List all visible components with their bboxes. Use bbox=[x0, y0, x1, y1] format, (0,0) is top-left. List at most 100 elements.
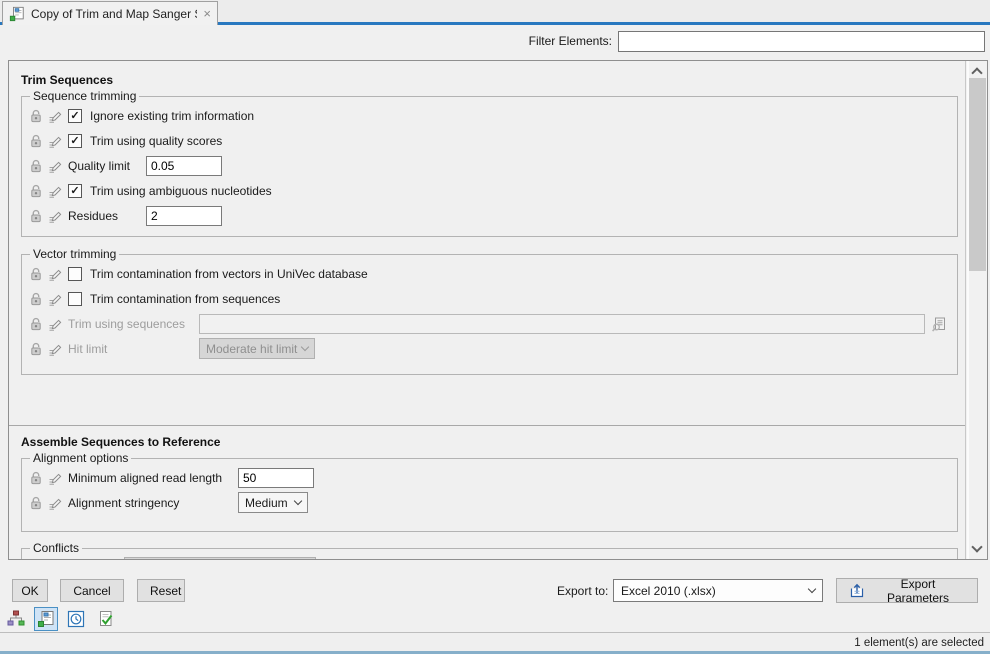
lock-open-icon[interactable] bbox=[30, 292, 42, 306]
param-row: ✓ Trim using quality scores bbox=[22, 128, 957, 153]
lock-open-icon[interactable] bbox=[30, 267, 42, 281]
footer: OK Cancel Reset Export to: Excel 2010 (.… bbox=[0, 561, 990, 632]
group-alignment-options: Alignment options Minimum aligned read l… bbox=[21, 451, 958, 532]
hit-limit-dropdown: Moderate hit limit bbox=[199, 338, 315, 359]
param-label: Hit limit bbox=[68, 342, 199, 356]
workflow-editor-view-icon[interactable] bbox=[34, 607, 58, 631]
selection-status-text: 1 element(s) are selected bbox=[854, 637, 984, 649]
history-clock-icon[interactable] bbox=[64, 607, 88, 631]
param-row: ✓ Trim using ambiguous nucleotides bbox=[22, 178, 957, 203]
checkbox[interactable]: ✓ bbox=[68, 184, 82, 198]
lock-open-icon[interactable] bbox=[30, 317, 42, 331]
workflow-hierarchy-icon[interactable] bbox=[4, 607, 28, 631]
group-vector-trimming: Vector trimming Trim contamination from … bbox=[21, 247, 958, 375]
scrollbar-thumb[interactable] bbox=[969, 78, 986, 271]
param-label: Trim using quality scores bbox=[90, 134, 222, 148]
status-bar: 1 element(s) are selected bbox=[0, 632, 990, 654]
param-row: Minimum aligned read length bbox=[22, 465, 957, 490]
lock-open-icon[interactable] bbox=[30, 496, 42, 510]
reset-button[interactable]: Reset bbox=[137, 579, 185, 602]
min-aligned-read-length-input[interactable] bbox=[238, 468, 314, 488]
param-row: Quality limit bbox=[22, 153, 957, 178]
lock-open-icon[interactable] bbox=[30, 159, 42, 173]
param-row: Hit limit Moderate hit limit bbox=[22, 336, 957, 361]
edit-pencil-icon[interactable] bbox=[48, 292, 62, 306]
lock-open-icon[interactable] bbox=[30, 184, 42, 198]
group-conflicts: Conflicts bbox=[21, 541, 958, 559]
checkbox[interactable]: ✓ bbox=[68, 134, 82, 148]
section-divider bbox=[9, 425, 965, 426]
filter-elements-label: Filter Elements: bbox=[529, 34, 612, 48]
scroll-up-icon[interactable] bbox=[971, 67, 982, 78]
residues-input[interactable] bbox=[146, 206, 222, 226]
export-to-label: Export to: bbox=[557, 584, 608, 598]
tab-close-icon[interactable]: × bbox=[203, 7, 211, 20]
alignment-stringency-dropdown[interactable]: Medium bbox=[238, 492, 308, 513]
parameters-panel: Trim Sequences Sequence trimming ✓ Ignor… bbox=[8, 60, 988, 560]
ok-button[interactable]: OK bbox=[12, 579, 48, 602]
parameters-scroll-content: Trim Sequences Sequence trimming ✓ Ignor… bbox=[9, 61, 965, 559]
lock-open-icon[interactable] bbox=[30, 471, 42, 485]
chevron-down-icon bbox=[301, 343, 309, 351]
param-label: Quality limit bbox=[68, 159, 146, 173]
param-row: Residues bbox=[22, 203, 957, 228]
lock-open-icon[interactable] bbox=[30, 109, 42, 123]
filter-row: Filter Elements: bbox=[0, 29, 990, 55]
tab-copy-of-trim-and-map-sanger[interactable]: Copy of Trim and Map Sanger S... × bbox=[2, 1, 218, 25]
edit-pencil-icon[interactable] bbox=[48, 134, 62, 148]
param-label: Alignment stringency bbox=[68, 496, 238, 510]
trim-using-sequences-input bbox=[199, 314, 925, 334]
conflicts-dropdown[interactable] bbox=[124, 557, 316, 559]
param-row bbox=[22, 555, 957, 559]
edit-pencil-icon[interactable] bbox=[48, 342, 62, 356]
lock-open-icon[interactable] bbox=[30, 209, 42, 223]
edit-pencil-icon[interactable] bbox=[48, 159, 62, 173]
edit-pencil-icon[interactable] bbox=[48, 317, 62, 331]
filter-elements-input[interactable] bbox=[618, 31, 985, 52]
tab-bar: Copy of Trim and Map Sanger S... × bbox=[0, 0, 990, 25]
lock-open-icon[interactable] bbox=[30, 342, 42, 356]
edit-pencil-icon[interactable] bbox=[48, 184, 62, 198]
param-row: ✓ Ignore existing trim information bbox=[22, 103, 957, 128]
lock-open-icon[interactable] bbox=[30, 134, 42, 148]
edit-pencil-icon[interactable] bbox=[48, 496, 62, 510]
group-title: Vector trimming bbox=[30, 247, 119, 261]
edit-pencil-icon[interactable] bbox=[48, 109, 62, 123]
view-mode-toolbar bbox=[4, 607, 118, 631]
section-title-trim-sequences: Trim Sequences bbox=[21, 73, 113, 87]
cancel-button[interactable]: Cancel bbox=[60, 579, 124, 602]
quality-limit-input[interactable] bbox=[146, 156, 222, 176]
edit-pencil-icon[interactable] bbox=[48, 209, 62, 223]
group-sequence-trimming: Sequence trimming ✓ Ignore existing trim… bbox=[21, 89, 958, 237]
group-title: Conflicts bbox=[30, 541, 82, 555]
param-row: Trim using sequences bbox=[22, 311, 957, 336]
chevron-down-icon bbox=[294, 497, 302, 505]
vertical-scrollbar[interactable] bbox=[965, 61, 987, 559]
edit-pencil-icon[interactable] bbox=[48, 471, 62, 485]
param-label: Residues bbox=[68, 209, 146, 223]
group-title: Sequence trimming bbox=[30, 89, 139, 103]
param-row: Trim contamination from vectors in UniVe… bbox=[22, 261, 957, 286]
scroll-down-icon[interactable] bbox=[971, 541, 982, 552]
workflow-parameters-window: Copy of Trim and Map Sanger S... × Filte… bbox=[0, 0, 990, 654]
checkbox[interactable] bbox=[68, 267, 82, 281]
export-parameters-button[interactable]: Export Parameters bbox=[836, 578, 978, 603]
export-parameters-icon bbox=[849, 583, 865, 599]
param-row: Alignment stringency Medium bbox=[22, 490, 957, 515]
param-label: Minimum aligned read length bbox=[68, 471, 238, 485]
param-label: Trim using sequences bbox=[68, 317, 199, 331]
edit-pencil-icon[interactable] bbox=[48, 267, 62, 281]
group-title: Alignment options bbox=[30, 451, 131, 465]
checkbox[interactable]: ✓ bbox=[68, 109, 82, 123]
param-label: Trim using ambiguous nucleotides bbox=[90, 184, 272, 198]
param-label: Trim contamination from vectors in UniVe… bbox=[90, 267, 368, 281]
checkbox[interactable] bbox=[68, 292, 82, 306]
chevron-down-icon bbox=[808, 585, 816, 593]
param-label: Ignore existing trim information bbox=[90, 109, 254, 123]
workflow-doc-icon bbox=[9, 6, 25, 22]
element-info-check-icon[interactable] bbox=[94, 607, 118, 631]
section-title-assemble: Assemble Sequences to Reference bbox=[21, 435, 220, 449]
export-format-dropdown[interactable]: Excel 2010 (.xlsx) bbox=[613, 579, 823, 602]
browse-sequences-icon bbox=[931, 316, 947, 332]
param-row: Trim contamination from sequences bbox=[22, 286, 957, 311]
